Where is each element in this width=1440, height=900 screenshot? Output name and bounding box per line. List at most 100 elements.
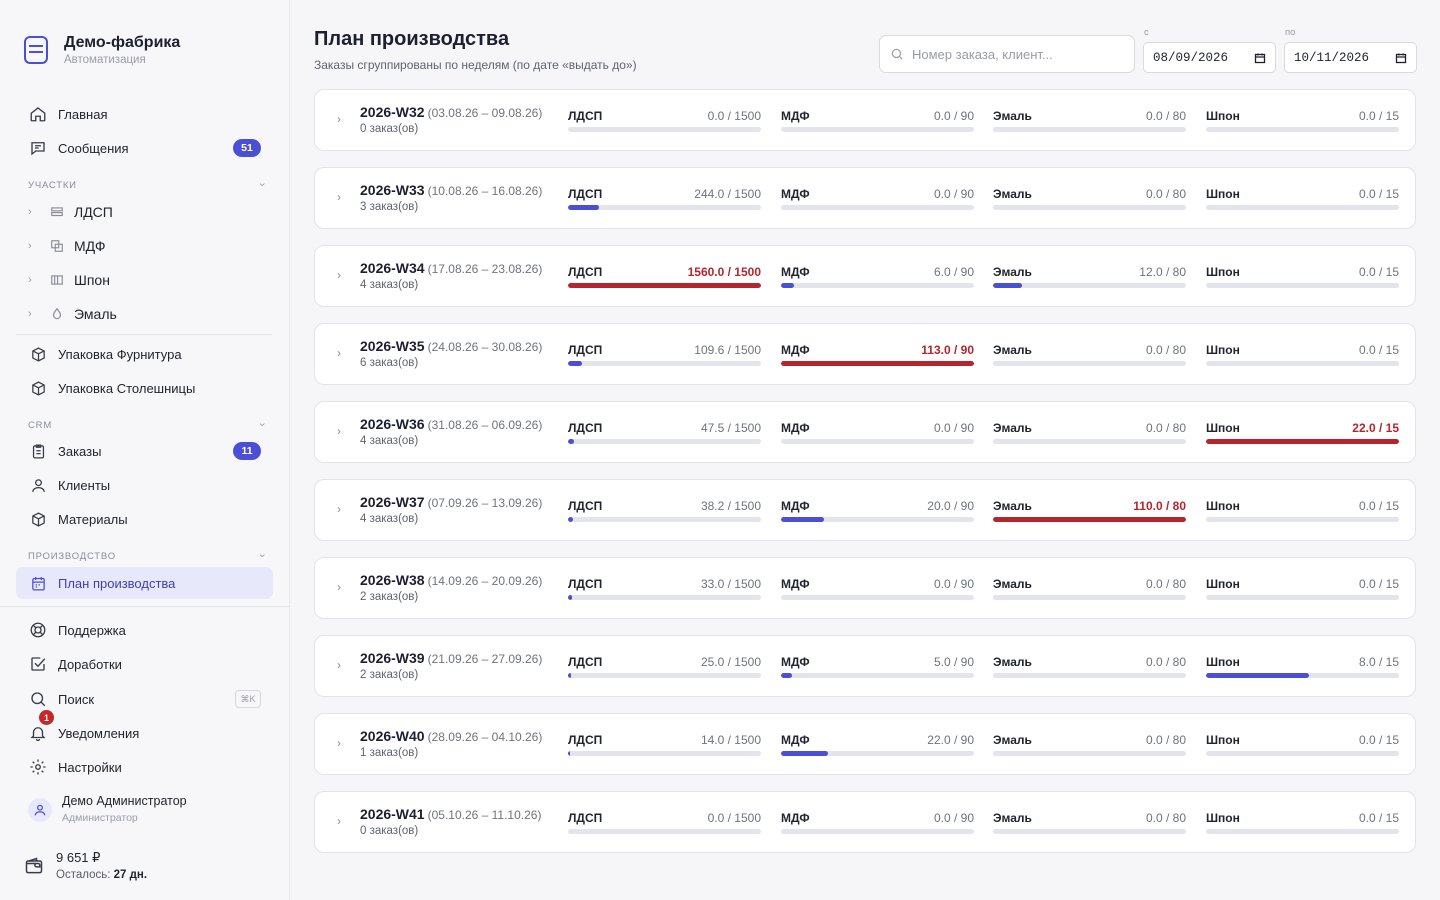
week-title: 2026-W33 (10.08.26 – 16.08.26) xyxy=(360,182,542,198)
week-title: 2026-W35 (24.08.26 – 30.08.26) xyxy=(360,338,542,354)
area-item-enamel[interactable]: › Эмаль xyxy=(28,300,268,328)
calendar-icon[interactable] xyxy=(1395,52,1407,64)
metric-value: 0.0 / 80 xyxy=(1145,577,1186,591)
capacity-bar xyxy=(993,127,1186,132)
nav-item-search[interactable]: Поиск ⌘K xyxy=(16,683,273,715)
metric-value: 22.0 / 90 xyxy=(927,733,974,747)
search-input[interactable] xyxy=(912,46,1122,62)
week-title: 2026-W37 (07.09.26 – 13.09.26) xyxy=(360,494,542,510)
capacity-bar xyxy=(781,439,974,444)
capacity-bar xyxy=(1206,751,1399,756)
nav-item-materials[interactable]: Материалы xyxy=(16,503,273,535)
metric-veneer: Шпон 0.0 / 15 xyxy=(1206,265,1399,288)
week-date-range: (03.08.26 – 09.08.26) xyxy=(427,106,543,120)
week-card[interactable]: › 2026-W33 (10.08.26 – 16.08.26) 3 заказ(ов… xyxy=(314,167,1416,229)
capacity-bar xyxy=(993,673,1186,678)
capacity-bar-fill xyxy=(781,751,829,756)
metric-name: Эмаль xyxy=(993,421,1032,435)
chevron-right-icon[interactable]: › xyxy=(337,112,341,126)
nav-item-label: Главная xyxy=(58,106,108,122)
chevron-right-icon[interactable]: › xyxy=(337,658,341,672)
week-card[interactable]: › 2026-W32 (03.08.26 – 09.08.26) 0 заказ(ов… xyxy=(314,89,1416,151)
area-item-mdf[interactable]: › МДФ xyxy=(28,232,268,260)
nav-item-messages[interactable]: Сообщения 51 xyxy=(16,132,273,164)
nav-item-orders[interactable]: Заказы 11 xyxy=(16,435,273,467)
search-field[interactable] xyxy=(879,35,1135,73)
metric-value: 0.0 / 90 xyxy=(933,811,974,825)
chevron-right-icon[interactable]: › xyxy=(337,268,341,282)
brand[interactable]: Демо-фабрика Автоматизация xyxy=(24,34,180,66)
chevron-right-icon[interactable]: › xyxy=(337,190,341,204)
sidebar: Демо-фабрика Автоматизация Главная Сообщ… xyxy=(0,0,290,900)
nav-item-improvements[interactable]: Доработки xyxy=(16,648,273,680)
metric-ldsp: ЛДСП 0.0 / 1500 xyxy=(568,811,761,834)
metric-mdf: МДФ 22.0 / 90 xyxy=(781,733,974,756)
chevron-right-icon[interactable]: › xyxy=(337,346,341,360)
date-to-input[interactable]: 10/11/2026 xyxy=(1284,42,1417,73)
chevron-right-icon[interactable]: › xyxy=(337,736,341,750)
nav-item-production-plan[interactable]: План производства xyxy=(16,567,273,599)
chevron-right-icon[interactable]: › xyxy=(337,502,341,516)
wallet[interactable]: 9 651 ₽ Осталось: 27 дн. xyxy=(24,850,147,881)
metric-value: 0.0 / 80 xyxy=(1145,109,1186,123)
capacity-bar xyxy=(993,751,1186,756)
area-item-ldsp[interactable]: › ЛДСП xyxy=(28,198,268,226)
date-from-input[interactable]: 08/09/2026 xyxy=(1143,42,1276,73)
chevron-down-icon: › xyxy=(255,182,268,188)
area-item-veneer[interactable]: › Шпон xyxy=(28,266,268,294)
metric-value: 0.0 / 15 xyxy=(1358,733,1399,747)
section-crm[interactable]: CRM › xyxy=(28,419,268,431)
capacity-bar xyxy=(781,595,974,600)
layers-icon xyxy=(50,205,64,219)
metric-name: МДФ xyxy=(781,109,810,123)
metric-name: МДФ xyxy=(781,421,810,435)
metric-veneer: Шпон 0.0 / 15 xyxy=(1206,733,1399,756)
box-icon xyxy=(28,344,48,364)
week-card[interactable]: › 2026-W38 (14.09.26 – 20.09.26) 2 заказ(ов… xyxy=(314,557,1416,619)
capacity-bar-fill xyxy=(781,283,794,288)
nav-item-label: Клиенты xyxy=(58,477,111,493)
metric-value: 0.0 / 15 xyxy=(1358,343,1399,357)
week-card[interactable]: › 2026-W34 (17.08.26 – 23.08.26) 4 заказ(ов… xyxy=(314,245,1416,307)
page-title: План производства xyxy=(314,28,510,50)
metric-ldsp: ЛДСП 109.6 / 1500 xyxy=(568,343,761,366)
week-card[interactable]: › 2026-W37 (07.09.26 – 13.09.26) 4 заказ(ов… xyxy=(314,479,1416,541)
metric-name: МДФ xyxy=(781,577,810,591)
section-production[interactable]: ПРОИЗВОДСТВО › xyxy=(28,550,268,562)
capacity-bar xyxy=(993,517,1186,522)
week-order-count: 6 заказ(ов) xyxy=(360,357,419,369)
metric-ldsp: ЛДСП 47.5 / 1500 xyxy=(568,421,761,444)
avatar xyxy=(28,798,52,822)
metric-ldsp: ЛДСП 0.0 / 1500 xyxy=(568,109,761,132)
chevron-down-icon: › xyxy=(255,553,268,559)
nav-item-packaging-hardware[interactable]: Упаковка Фурнитура xyxy=(16,338,273,370)
user-profile[interactable]: Демо Администратор Администратор xyxy=(28,794,187,824)
nav-item-settings[interactable]: Настройки xyxy=(16,751,273,783)
nav-item-notifications[interactable]: 1 Уведомления xyxy=(16,710,273,749)
section-areas[interactable]: УЧАСТКИ › xyxy=(28,179,268,191)
metric-value: 33.0 / 1500 xyxy=(700,577,761,591)
capacity-bar-fill xyxy=(568,361,583,366)
metric-value: 25.0 / 1500 xyxy=(700,655,761,669)
chevron-right-icon[interactable]: › xyxy=(337,424,341,438)
week-date-range: (31.08.26 – 06.09.26) xyxy=(427,418,543,432)
capacity-bar xyxy=(781,829,974,834)
brand-title: Демо-фабрика xyxy=(64,34,181,51)
box-icon xyxy=(28,509,48,529)
nav-item-clients[interactable]: Клиенты xyxy=(16,469,273,501)
week-card[interactable]: › 2026-W39 (21.09.26 – 27.09.26) 2 заказ(ов… xyxy=(314,635,1416,697)
week-card[interactable]: › 2026-W36 (31.08.26 – 06.09.26) 4 заказ(ов… xyxy=(314,401,1416,463)
metric-name: Шпон xyxy=(1206,421,1240,435)
chevron-right-icon[interactable]: › xyxy=(337,814,341,828)
calendar-icon[interactable] xyxy=(1254,52,1266,64)
nav-item-support[interactable]: Поддержка xyxy=(16,614,273,646)
nav-item-packaging-countertops[interactable]: Упаковка Столешницы xyxy=(16,372,273,404)
messages-count-badge: 51 xyxy=(233,139,261,157)
metric-value: 12.0 / 80 xyxy=(1139,265,1186,279)
week-card[interactable]: › 2026-W41 (05.10.26 – 11.10.26) 0 заказ(ов… xyxy=(314,791,1416,853)
nav-item-label: Материалы xyxy=(58,511,128,527)
chevron-right-icon[interactable]: › xyxy=(337,580,341,594)
week-card[interactable]: › 2026-W40 (28.09.26 – 04.10.26) 1 заказ(ов… xyxy=(314,713,1416,775)
week-card[interactable]: › 2026-W35 (24.08.26 – 30.08.26) 6 заказ(ов… xyxy=(314,323,1416,385)
nav-item-home[interactable]: Главная xyxy=(16,98,273,130)
